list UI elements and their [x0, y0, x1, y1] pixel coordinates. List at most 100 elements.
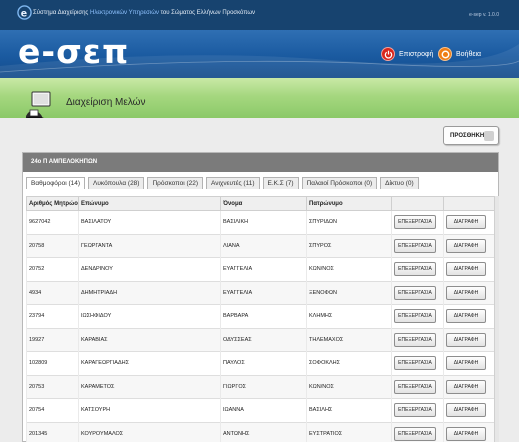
edit-button[interactable]: ΕΠΕΞΕΡΓΑΣΙΑ [394, 379, 436, 394]
members-panel: 24ο Π ΑΜΠΕΛΟΚΗΠΩΝ Βαθμοφόροι (14) Λυκόπο… [22, 152, 499, 442]
father-name-cell: ΞΕΝΟΦΩΝ [306, 280, 392, 305]
name-cell: ΕΥΑΓΓΕΛΙΑ [220, 280, 307, 305]
name-cell: ΓΙΩΡΓΟΣ [220, 374, 307, 399]
father-name-cell: ΕΥΣΤΡΑΤΙΟΣ [306, 421, 392, 442]
father-name-cell: ΣΠΥΡΙΔΩΝ [306, 210, 392, 234]
delete-button[interactable]: ΔΙΑΓΡΑΦΗ [446, 215, 486, 230]
tab-cubs[interactable]: Λυκόπουλα (28) [88, 177, 145, 189]
edit-button[interactable]: ΕΠΕΞΕΡΓΑΣΙΑ [394, 332, 436, 347]
edit-cell: ΕΠΕΞΕΡΓΑΣΙΑ [391, 257, 444, 281]
col-father-name: Πατρώνυμο [306, 196, 392, 211]
delete-button[interactable]: ΔΙΑΓΡΑΦΗ [446, 285, 486, 300]
table-row: 19927 ΚΑΡΑΒΙΑΣ ΟΔΥΣΣΕΑΣ ΤΗΛΕΜΑΧΟΣ ΕΠΕΞΕΡΓΑΣΙ… [26, 327, 495, 352]
surname-cell: ΔΕΝΔΡΙΝΟΥ [78, 257, 221, 281]
help-label: Βοήθεια [456, 50, 482, 58]
delete-button[interactable]: ΔΙΑΓΡΑΦΗ [446, 238, 486, 253]
page-title: Διαχείριση Μελών [66, 97, 146, 108]
delete-cell: ΔΙΑΓΡΑΦΗ [443, 421, 495, 442]
edit-cell: ΕΠΕΞΕΡΓΑΣΙΑ [391, 210, 444, 234]
edit-button[interactable]: ΕΠΕΞΕΡΓΑΣΙΑ [394, 215, 436, 230]
table-row: 102809 ΚΑΡΑΓΕΩΡΓΙΑΔΗΣ ΠΑΥΛΟΣ ΣΟΦΟΚΛΗΣ ΕΠΕΞΕΡ… [26, 351, 495, 375]
delete-cell: ΔΙΑΓΡΑΦΗ [443, 304, 495, 328]
father-name-cell: ΤΗΛΕΜΑΧΟΣ [306, 327, 392, 352]
table-scrollbar[interactable] [494, 196, 499, 442]
father-name-cell: ΚΛΗΜΗΣ [306, 304, 392, 328]
father-name-cell: ΣΠΥΡΟΣ [306, 233, 392, 258]
delete-cell: ΔΙΑΓΡΑΦΗ [443, 257, 495, 281]
table-row: 23794 ΙΩΣΗΦΙΔΟΥ ΒΑΡΒΑΡΑ ΚΛΗΜΗΣ ΕΠΕΞΕΡΓΑΣΙΑ ΔΙ… [26, 304, 495, 328]
edit-button[interactable]: ΕΠΕΞΕΡΓΑΣΙΑ [394, 262, 436, 277]
col-name: Όνομα [220, 196, 307, 211]
category-tabs: Βαθμοφόροι (14) Λυκόπουλα (28) Πρόσκοποι… [26, 177, 419, 189]
panel-title: 24ο Π ΑΜΠΕΛΟΚΗΠΩΝ [23, 153, 498, 172]
name-cell: ΕΥΑΓΓΕΛΙΑ [220, 257, 307, 281]
svg-text:e: e [21, 8, 27, 19]
tab-former-scouts[interactable]: Παλαιοί Πρόσκοποι (0) [301, 177, 378, 189]
delete-button[interactable]: ΔΙΑΓΡΑΦΗ [446, 379, 486, 394]
registry-number-cell: 19927 [26, 327, 79, 352]
page-title-bar: Διαχείριση Μελών [0, 78, 519, 118]
edit-cell: ΕΠΕΞΕΡΓΑΣΙΑ [391, 304, 444, 328]
surname-cell: ΚΑΤΣΟΥΡΗ [78, 398, 221, 422]
tab-venturers[interactable]: Ανιχνευτές (11) [206, 177, 260, 189]
delete-cell: ΔΙΑΓΡΑΦΗ [443, 398, 495, 422]
surname-cell: ΚΟΥΡΟΥΜΑΛΟΣ [78, 421, 221, 442]
add-member-icon [484, 130, 494, 141]
brand-logo: e-σεπ [18, 32, 130, 71]
version-label: e-sep v. 1.0.0 [469, 12, 499, 18]
name-cell: ΒΑΡΒΑΡΑ [220, 304, 307, 328]
table-row: 20754 ΚΑΤΣΟΥΡΗ ΙΩΑΝΝΑ ΒΑΣΙΛΗΣ ΕΠΕΞΕΡΓΑΣΙΑ ΔΙΑ… [26, 398, 495, 422]
name-cell: ΙΩΑΝΝΑ [220, 398, 307, 422]
help-button[interactable]: Βοήθεια [438, 47, 481, 61]
surname-cell: ΔΗΜΗΤΡΙΑΔΗ [78, 280, 221, 305]
add-label: ΠΡΟΣΘΗΚΗ [450, 132, 485, 139]
brand-banner: e-σεπ Επιστροφή Βοήθεια [0, 30, 519, 78]
lifebuoy-icon [438, 47, 452, 61]
delete-cell: ΔΙΑΓΡΑΦΗ [443, 351, 495, 375]
name-cell: ΟΔΥΣΣΕΑΣ [220, 327, 307, 352]
edit-button[interactable]: ΕΠΕΞΕΡΓΑΣΙΑ [394, 403, 436, 418]
system-name: Σύστημα Διαχείρισης Ηλεκτρονικών Υπηρεσι… [33, 10, 256, 16]
surname-cell: ΙΩΣΗΦΙΔΟΥ [78, 304, 221, 328]
table-row: 4934 ΔΗΜΗΤΡΙΑΔΗ ΕΥΑΓΓΕΛΙΑ ΞΕΝΟΦΩΝ ΕΠΕΞΕΡΓΑΣΙ… [26, 280, 495, 305]
registry-number-cell: 9627042 [26, 210, 79, 234]
members-table: Αριθμός Μητρώου Επώνυμο Όνομα Πατρώνυμο … [26, 196, 495, 442]
tab-leaders[interactable]: Βαθμοφόροι (14) [26, 177, 86, 189]
edit-button[interactable]: ΕΠΕΞΕΡΓΑΣΙΑ [394, 309, 436, 324]
registry-number-cell: 201345 [26, 421, 79, 442]
father-name-cell: ΣΟΦΟΚΛΗΣ [306, 351, 392, 375]
power-icon [381, 47, 395, 61]
registry-number-cell: 102809 [26, 351, 79, 375]
table-row: 20752 ΔΕΝΔΡΙΝΟΥ ΕΥΑΓΓΕΛΙΑ ΚΩΝ/ΝΟΣ ΕΠΕΞΕΡΓΑΣΙ… [26, 257, 495, 281]
delete-cell: ΔΙΑΓΡΑΦΗ [443, 233, 495, 258]
delete-button[interactable]: ΔΙΑΓΡΑΦΗ [446, 356, 486, 371]
father-name-cell: ΚΩΝ/ΝΟΣ [306, 374, 392, 399]
edit-button[interactable]: ΕΠΕΞΕΡΓΑΣΙΑ [394, 285, 436, 300]
delete-button[interactable]: ΔΙΑΓΡΑΦΗ [446, 403, 486, 418]
edit-cell: ΕΠΕΞΕΡΓΑΣΙΑ [391, 421, 444, 442]
name-cell: ΑΝΤΩΝΗΣ [220, 421, 307, 442]
edit-button[interactable]: ΕΠΕΞΕΡΓΑΣΙΑ [394, 356, 436, 371]
surname-cell: ΚΑΡΑΜΕΤΟΣ [78, 374, 221, 399]
edit-cell: ΕΠΕΞΕΡΓΑΣΙΑ [391, 280, 444, 305]
edit-button[interactable]: ΕΠΕΞΕΡΓΑΣΙΑ [394, 427, 436, 441]
col-registry-number: Αριθμός Μητρώου [26, 196, 79, 211]
table-row: 20758 ΓΕΩΡΓΑΝΤΑ ΛΙΑΝΑ ΣΠΥΡΟΣ ΕΠΕΞΕΡΓΑΣΙΑ ΔΙΑΓ… [26, 233, 495, 258]
back-button[interactable]: Επιστροφή [381, 47, 433, 61]
name-cell: ΒΑΣΙΛΙΚΗ [220, 210, 307, 234]
delete-button[interactable]: ΔΙΑΓΡΑΦΗ [446, 262, 486, 277]
registry-number-cell: 20758 [26, 233, 79, 258]
tab-network[interactable]: Δίκτυο (0) [380, 177, 419, 189]
table-row: 9627042 ΒΑΣΙΛΑΤΟΥ ΒΑΣΙΛΙΚΗ ΣΠΥΡΙΔΩΝ ΕΠΕΞΕΡΓΑ… [26, 210, 495, 234]
edit-button[interactable]: ΕΠΕΞΕΡΓΑΣΙΑ [394, 238, 436, 253]
surname-cell: ΚΑΡΑΓΕΩΡΓΙΑΔΗΣ [78, 351, 221, 375]
registry-number-cell: 20754 [26, 398, 79, 422]
add-button[interactable]: ΠΡΟΣΘΗΚΗ [443, 126, 499, 145]
tab-eks[interactable]: Ε.Κ.Σ (7) [262, 177, 299, 189]
tab-scouts[interactable]: Πρόσκοποι (22) [147, 177, 203, 189]
col-surname: Επώνυμο [78, 196, 221, 211]
delete-button[interactable]: ΔΙΑΓΡΑΦΗ [446, 427, 486, 441]
delete-button[interactable]: ΔΙΑΓΡΑΦΗ [446, 332, 486, 347]
delete-button[interactable]: ΔΙΑΓΡΑΦΗ [446, 309, 486, 324]
table-row: 201345 ΚΟΥΡΟΥΜΑΛΟΣ ΑΝΤΩΝΗΣ ΕΥΣΤΡΑΤΙΟΣ ΕΠΕΞΕΡ… [26, 421, 495, 442]
